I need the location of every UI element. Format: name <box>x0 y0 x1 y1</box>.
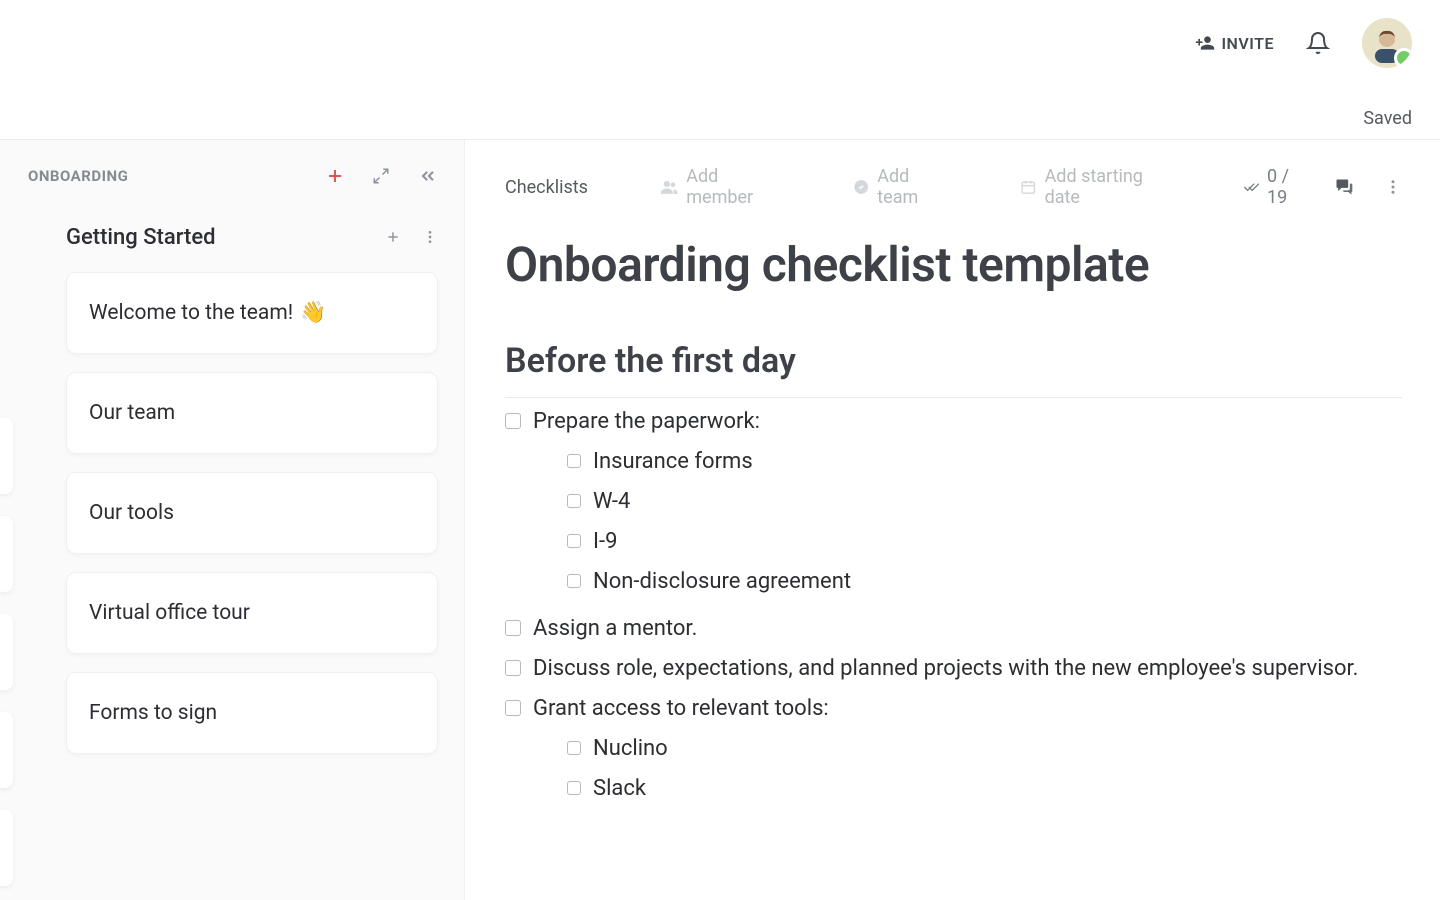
breadcrumb-label: Checklists <box>505 177 588 198</box>
main: Checklists Add member Add team Add start… <box>465 140 1440 900</box>
sidebar-card-office[interactable]: Virtual office tour <box>66 572 438 654</box>
checkbox[interactable] <box>567 494 581 508</box>
page-title: Onboarding checklist template <box>505 236 1402 293</box>
breadcrumb[interactable]: Checklists <box>505 177 588 198</box>
avatar-image <box>1367 23 1407 63</box>
checklist-counter: 0 / 19 <box>1243 166 1304 208</box>
item-text: Grant access to relevant tools: <box>533 696 829 721</box>
checklist-item: Grant access to relevant tools: Nuclino … <box>505 693 1402 813</box>
calendar-icon <box>1020 178 1036 196</box>
item-text: Slack <box>593 773 646 805</box>
check-circle-icon <box>853 178 869 196</box>
add-team-label: Add team <box>877 166 948 208</box>
wave-emoji: 👋 <box>300 301 326 325</box>
meta-row: Checklists Add member Add team Add start… <box>505 166 1402 208</box>
plus-icon <box>326 167 344 185</box>
avatar[interactable] <box>1362 18 1412 68</box>
add-member-label: Add member <box>686 166 781 208</box>
invite-icon <box>1195 33 1215 53</box>
checkbox[interactable] <box>567 741 581 755</box>
item-text: I-9 <box>593 526 617 558</box>
saved-status: Saved <box>1363 108 1412 129</box>
checkbox[interactable] <box>567 781 581 795</box>
checklist-item: Discuss role, expectations, and planned … <box>505 653 1402 685</box>
item-text: Assign a mentor. <box>533 613 1402 645</box>
item-text: Nuclino <box>593 733 668 765</box>
add-button[interactable] <box>326 167 344 185</box>
layout: ONBOARDING Getting Started <box>0 140 1440 900</box>
checklist: Prepare the paperwork: Insurance forms W… <box>505 406 1402 813</box>
edge-tab <box>0 614 13 690</box>
checkbox[interactable] <box>567 574 581 588</box>
add-page-button[interactable] <box>386 230 400 244</box>
card-title: Welcome to the team! <box>89 301 293 325</box>
item-text: W-4 <box>593 486 630 518</box>
checkbox[interactable] <box>567 534 581 548</box>
more-vertical-icon <box>422 229 438 245</box>
edge-tab <box>0 516 13 592</box>
card-title: Virtual office tour <box>89 601 250 625</box>
checklist-subitem: Insurance forms <box>567 446 1402 478</box>
checklist-subitem: Nuclino <box>567 733 1402 765</box>
comment-icon <box>1334 177 1354 197</box>
invite-button[interactable]: INVITE <box>1195 33 1274 53</box>
collapse-sidebar-button[interactable] <box>418 166 438 186</box>
more-vertical-icon <box>1384 178 1402 196</box>
item-text: Insurance forms <box>593 446 753 478</box>
add-team-button[interactable]: Add team <box>853 166 948 208</box>
edge-tab <box>0 810 13 886</box>
item-text: Non-disclosure agreement <box>593 566 851 598</box>
sidebar-header: ONBOARDING <box>0 166 464 186</box>
card-list: Welcome to the team! 👋 Our team Our tool… <box>0 272 464 754</box>
bell-icon <box>1306 31 1330 55</box>
plus-icon <box>386 230 400 244</box>
checklist-subitem: I-9 <box>567 526 1402 558</box>
card-title: Our team <box>89 401 175 425</box>
invite-label: INVITE <box>1221 34 1274 53</box>
sidebar-card-forms[interactable]: Forms to sign <box>66 672 438 754</box>
comments-button[interactable] <box>1334 177 1354 197</box>
edge-tab <box>0 418 13 494</box>
edge-tab <box>0 712 13 788</box>
sublist: Insurance forms W-4 I-9 Non-disclosure a… <box>567 446 1402 598</box>
people-icon <box>660 177 678 197</box>
item-text: Prepare the paperwork: <box>533 409 760 434</box>
add-member-button[interactable]: Add member <box>660 166 781 208</box>
sidebar: ONBOARDING Getting Started <box>0 140 465 900</box>
expand-button[interactable] <box>372 167 390 185</box>
sidebar-card-welcome[interactable]: Welcome to the team! 👋 <box>66 272 438 354</box>
topbar-actions: INVITE <box>1195 18 1412 68</box>
counter-text: 0 / 19 <box>1267 166 1304 208</box>
checklist-subitem: W-4 <box>567 486 1402 518</box>
sublist: Nuclino Slack <box>567 733 1402 805</box>
notifications-button[interactable] <box>1306 31 1330 55</box>
checkbox[interactable] <box>505 660 521 676</box>
section-heading: Before the first day <box>505 341 1402 381</box>
checklist-subitem: Non-disclosure agreement <box>567 566 1402 598</box>
checklist-subitem: Slack <box>567 773 1402 805</box>
page-menu-button[interactable] <box>1384 178 1402 196</box>
add-date-button[interactable]: Add starting date <box>1020 166 1171 208</box>
topbar: INVITE Saved <box>0 0 1440 140</box>
item-text: Discuss role, expectations, and planned … <box>533 653 1402 685</box>
card-title: Forms to sign <box>89 701 217 725</box>
add-date-label: Add starting date <box>1045 166 1172 208</box>
collection-menu-button[interactable] <box>422 229 438 245</box>
workspace-name: ONBOARDING <box>28 167 326 185</box>
checklist-item: Assign a mentor. <box>505 613 1402 645</box>
checkbox[interactable] <box>505 700 521 716</box>
sidebar-card-team[interactable]: Our team <box>66 372 438 454</box>
card-title: Our tools <box>89 501 174 525</box>
checkbox[interactable] <box>567 454 581 468</box>
expand-icon <box>372 167 390 185</box>
checkbox[interactable] <box>505 413 521 429</box>
checkbox[interactable] <box>505 620 521 636</box>
checkall-icon <box>1243 177 1259 197</box>
collection-name: Getting Started <box>66 225 386 250</box>
collection-row[interactable]: Getting Started <box>0 208 464 266</box>
checklist-item: Prepare the paperwork: Insurance forms W… <box>505 406 1402 605</box>
divider <box>505 397 1402 398</box>
sidebar-card-tools[interactable]: Our tools <box>66 472 438 554</box>
chevrons-left-icon <box>418 166 438 186</box>
